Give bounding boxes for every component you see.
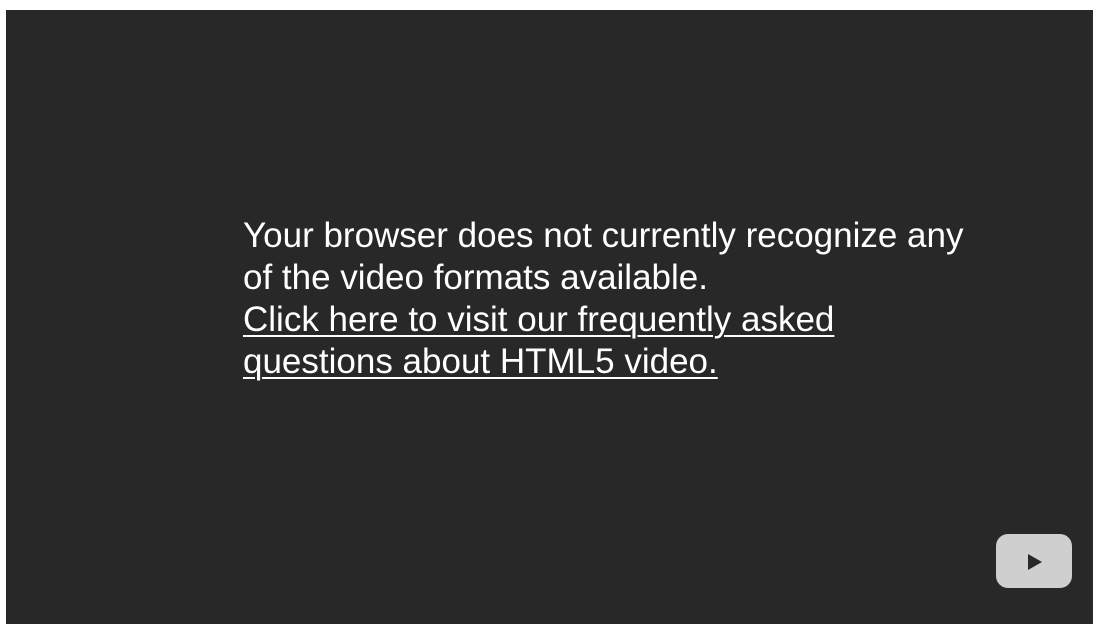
faq-link-line-2[interactable]: questions about HTML5 video. xyxy=(243,342,718,381)
faq-link[interactable]: Click here to visit our frequently asked xyxy=(243,299,1093,341)
message-line-2: of the video formats available. xyxy=(243,258,708,297)
play-button[interactable] xyxy=(996,534,1072,588)
faq-link-continued[interactable]: questions about HTML5 video. xyxy=(243,341,1093,383)
play-icon xyxy=(1028,554,1042,570)
message-line-1: Your browser does not currently recogniz… xyxy=(243,216,964,255)
faq-link-line-1[interactable]: Click here to visit our frequently asked xyxy=(243,300,834,339)
video-player[interactable]: Your browser does not currently recogniz… xyxy=(6,10,1093,624)
unsupported-format-message: Your browser does not currently recogniz… xyxy=(243,215,1093,383)
